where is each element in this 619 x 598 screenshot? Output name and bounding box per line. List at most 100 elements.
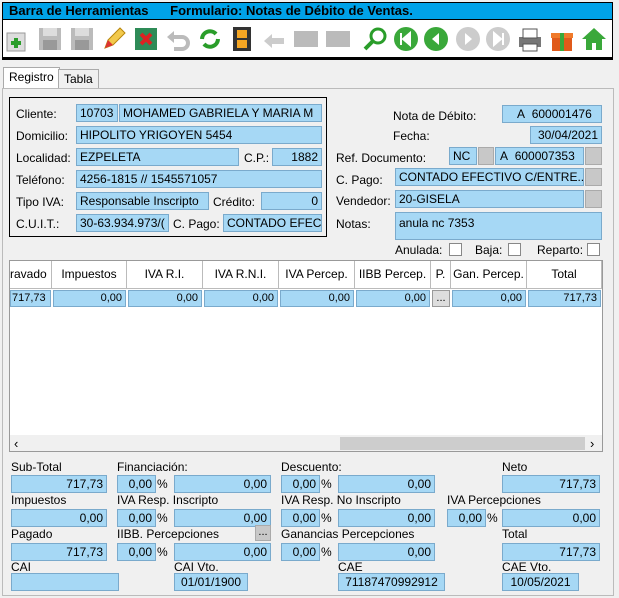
vendedor-button[interactable] — [585, 190, 602, 208]
cuit-field[interactable]: 30-63.934.973/( — [76, 214, 169, 232]
cell-total[interactable]: 717,73 — [528, 290, 601, 307]
col-gravado[interactable]: ravado — [10, 261, 52, 288]
iva-perc-pct-field[interactable]: 0,00 — [447, 509, 486, 527]
ref-tipo-button[interactable] — [478, 147, 494, 165]
col-iva-ri[interactable]: IVA R.I. — [127, 261, 203, 288]
neto-field[interactable]: 717,73 — [502, 475, 600, 493]
baja-checkbox[interactable] — [508, 243, 521, 256]
col-iva-percep[interactable]: IVA Percep. — [279, 261, 355, 288]
cai-field[interactable] — [11, 573, 119, 591]
reparto-checkbox[interactable] — [587, 243, 600, 256]
col-iibb-percep[interactable]: IIBB Percep. — [355, 261, 431, 288]
last-icon[interactable] — [483, 24, 513, 54]
ref-numero-button[interactable] — [585, 147, 602, 165]
pagado-field[interactable]: 717,73 — [11, 543, 107, 561]
impuestos-field[interactable]: 0,00 — [11, 509, 107, 527]
cae-vto-field[interactable]: 10/05/2021 — [502, 573, 579, 591]
back-arrow-icon[interactable] — [259, 24, 289, 54]
tipo-iva-field[interactable]: Responsable Inscripto — [76, 192, 209, 210]
col-iva-rni[interactable]: IVA R.N.I. — [203, 261, 279, 288]
scrollbar-thumb[interactable] — [340, 437, 585, 450]
gan-pct-field[interactable]: 0,00 — [281, 543, 320, 561]
home-icon[interactable] — [579, 24, 609, 54]
reparto-label: Reparto: — [537, 243, 584, 257]
descuento-pct-field[interactable]: 0,00 — [281, 475, 320, 493]
descuento-value-field[interactable]: 0,00 — [338, 475, 435, 493]
gift-icon[interactable] — [547, 24, 577, 54]
cliente-code-field[interactable]: 10703 — [76, 104, 118, 122]
col-total[interactable]: Total — [527, 261, 602, 288]
prev-icon[interactable] — [421, 24, 451, 54]
anulada-checkbox[interactable] — [449, 243, 462, 256]
iibb-detail-button[interactable]: ... — [255, 525, 271, 541]
scroll-left-icon[interactable]: ‹ — [14, 436, 18, 451]
ref-numero-field[interactable]: A 600007353 — [495, 147, 584, 165]
cliente-name-field[interactable]: MOHAMED GABRIELA Y MARIA M — [119, 104, 322, 122]
cae-label: CAE — [338, 560, 363, 574]
first-icon[interactable] — [391, 24, 421, 54]
col-impuestos[interactable]: Impuestos — [52, 261, 127, 288]
cpago2-field[interactable]: CONTADO EFECTIVO C/ENTRE... — [395, 168, 584, 186]
edit-icon[interactable] — [99, 24, 129, 54]
grid2-icon[interactable] — [323, 24, 353, 54]
domicilio-field[interactable]: HIPOLITO YRIGOYEN 5454 — [76, 126, 322, 144]
fecha-field[interactable]: 30/04/2021 — [530, 126, 602, 144]
cell-iva-ri[interactable]: 0,00 — [128, 290, 202, 307]
form-title: Formulario: Notas de Débito de Ventas. — [170, 3, 413, 18]
vendedor-label: Vendedor: — [336, 194, 391, 208]
iibb-pct-field[interactable]: 0,00 — [117, 543, 156, 561]
iva-rni-value-field[interactable]: 0,00 — [338, 509, 435, 527]
subtotal-field[interactable]: 717,73 — [11, 475, 107, 493]
cp-field[interactable]: 1882 — [272, 148, 322, 166]
film-icon[interactable] — [227, 24, 257, 54]
col-gan-percep[interactable]: Gan. Percep. — [451, 261, 527, 288]
financiacion-value-field[interactable]: 0,00 — [174, 475, 271, 493]
cpago2-button[interactable] — [585, 168, 602, 186]
credito-field[interactable]: 0 — [261, 192, 322, 210]
iva-rni-pct-field[interactable]: 0,00 — [281, 509, 320, 527]
add-icon[interactable] — [3, 24, 33, 54]
notas-field[interactable]: anula nc 7353 — [395, 212, 602, 240]
gan-value-field[interactable]: 0,00 — [338, 543, 435, 561]
cell-iva-percep[interactable]: 0,00 — [280, 290, 354, 307]
save-as-icon[interactable] — [67, 24, 97, 54]
total-field[interactable]: 717,73 — [502, 543, 600, 561]
tab-registro[interactable]: Registro — [3, 67, 60, 89]
telefono-field[interactable]: 4256-1815 // 1545571057 — [76, 170, 322, 188]
cell-gan-percep[interactable]: 0,00 — [452, 290, 526, 307]
print-icon[interactable] — [515, 24, 545, 54]
items-grid[interactable]: ravado Impuestos IVA R.I. IVA R.N.I. IVA… — [9, 260, 603, 452]
iva-ri-pct-field[interactable]: 0,00 — [117, 509, 156, 527]
scroll-right-icon[interactable]: › — [590, 436, 594, 451]
localidad-field[interactable]: EZPELETA — [76, 148, 239, 166]
cell-gravado[interactable]: 717,73 — [10, 290, 51, 307]
nota-field[interactable]: A 600001476 — [502, 105, 602, 123]
financiacion-label: Financiación: — [117, 460, 188, 474]
undo-icon[interactable] — [163, 24, 193, 54]
iibb-value-field[interactable]: 0,00 — [174, 543, 271, 561]
fecha-label: Fecha: — [393, 129, 430, 143]
next-icon[interactable] — [453, 24, 483, 54]
ref-tipo-field[interactable]: NC — [449, 147, 477, 165]
tab-tabla[interactable]: Tabla — [58, 69, 99, 89]
delete-icon[interactable] — [131, 24, 161, 54]
gan-pct-sign: % — [321, 545, 332, 559]
save-icon[interactable] — [35, 24, 65, 54]
iva-perc-value-field[interactable]: 0,00 — [502, 509, 600, 527]
cai-vto-field[interactable]: 01/01/1900 — [174, 573, 248, 591]
cell-iva-rni[interactable]: 0,00 — [204, 290, 278, 307]
cae-field[interactable]: 71187470992912 — [338, 573, 445, 591]
cell-iibb-percep[interactable]: 0,00 — [356, 290, 430, 307]
refresh-icon[interactable] — [195, 24, 225, 54]
col-p[interactable]: P. — [431, 261, 451, 288]
search-icon[interactable] — [361, 24, 391, 54]
cell-impuestos[interactable]: 0,00 — [53, 290, 126, 307]
cai-vto-label: CAI Vto. — [174, 560, 219, 574]
financiacion-pct-field[interactable]: 0,00 — [117, 475, 156, 493]
vendedor-field[interactable]: 20-GISELA — [395, 190, 584, 208]
iva-perc-pct-sign: % — [487, 511, 498, 525]
cpago-field[interactable]: CONTADO EFEC — [223, 214, 322, 232]
grid-icon[interactable] — [291, 24, 321, 54]
anulada-label: Anulada: — [395, 243, 443, 257]
cell-p-button[interactable]: ... — [432, 290, 450, 307]
